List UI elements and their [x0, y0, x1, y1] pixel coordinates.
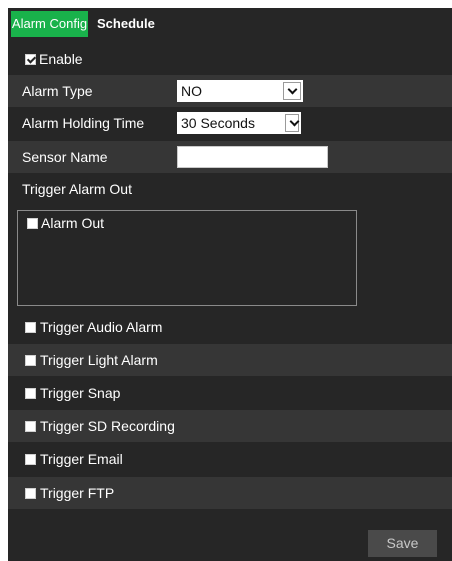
- trigger-light-alarm-checkbox[interactable]: [25, 355, 36, 366]
- alarm-type-label: Alarm Type: [22, 83, 93, 99]
- trigger-sd-recording-label: Trigger SD Recording: [40, 418, 175, 434]
- trigger-alarm-out-label: Trigger Alarm Out: [22, 181, 132, 197]
- alarm-holding-time-value: 30 Seconds: [181, 115, 255, 131]
- sensor-name-row: Sensor Name: [8, 141, 452, 173]
- alarm-settings-panel: Alarm Config Schedule Enable Alarm Type …: [8, 8, 452, 561]
- trigger-email-checkbox[interactable]: [25, 454, 36, 465]
- trigger-snap-checkbox[interactable]: [25, 388, 36, 399]
- trigger-snap-label: Trigger Snap: [40, 385, 121, 401]
- alarm-holding-time-row: Alarm Holding Time 30 Seconds: [8, 107, 452, 139]
- alarm-holding-time-label: Alarm Holding Time: [22, 115, 145, 131]
- trigger-alarm-out-row: Trigger Alarm Out: [8, 173, 452, 205]
- enable-row: Enable: [8, 43, 452, 75]
- trigger-audio-alarm-row: Trigger Audio Alarm: [8, 311, 452, 343]
- trigger-snap-row: Trigger Snap: [8, 377, 452, 409]
- trigger-email-row: Trigger Email: [8, 443, 452, 475]
- chevron-down-icon: [285, 114, 299, 132]
- sensor-name-input[interactable]: [177, 146, 328, 168]
- enable-checkbox[interactable]: [25, 54, 36, 65]
- enable-label: Enable: [39, 51, 83, 67]
- alarm-out-label: Alarm Out: [41, 215, 105, 231]
- alarm-type-row: Alarm Type NO: [8, 75, 452, 107]
- trigger-sd-recording-checkbox[interactable]: [25, 421, 36, 432]
- alarm-holding-time-select[interactable]: 30 Seconds: [177, 112, 301, 134]
- trigger-ftp-checkbox[interactable]: [25, 488, 36, 499]
- save-button[interactable]: Save: [368, 530, 437, 557]
- alarm-type-value: NO: [181, 83, 202, 99]
- tab-schedule[interactable]: Schedule: [94, 11, 174, 37]
- trigger-light-alarm-label: Trigger Light Alarm: [40, 352, 158, 368]
- chevron-down-icon: [283, 82, 301, 100]
- trigger-audio-alarm-checkbox[interactable]: [25, 322, 36, 333]
- tab-alarm-config[interactable]: Alarm Config: [11, 11, 88, 37]
- trigger-ftp-row: Trigger FTP: [8, 477, 452, 509]
- sensor-name-label: Sensor Name: [22, 149, 108, 165]
- trigger-audio-alarm-label: Trigger Audio Alarm: [40, 319, 163, 335]
- alarm-type-select[interactable]: NO: [177, 80, 303, 102]
- alarm-out-checkbox[interactable]: [27, 218, 38, 229]
- alarm-out-listbox[interactable]: Alarm Out: [17, 210, 357, 306]
- trigger-light-alarm-row: Trigger Light Alarm: [8, 344, 452, 376]
- trigger-sd-recording-row: Trigger SD Recording: [8, 410, 452, 442]
- tab-bar: Alarm Config Schedule: [8, 8, 452, 37]
- trigger-ftp-label: Trigger FTP: [40, 485, 115, 501]
- trigger-email-label: Trigger Email: [40, 451, 123, 467]
